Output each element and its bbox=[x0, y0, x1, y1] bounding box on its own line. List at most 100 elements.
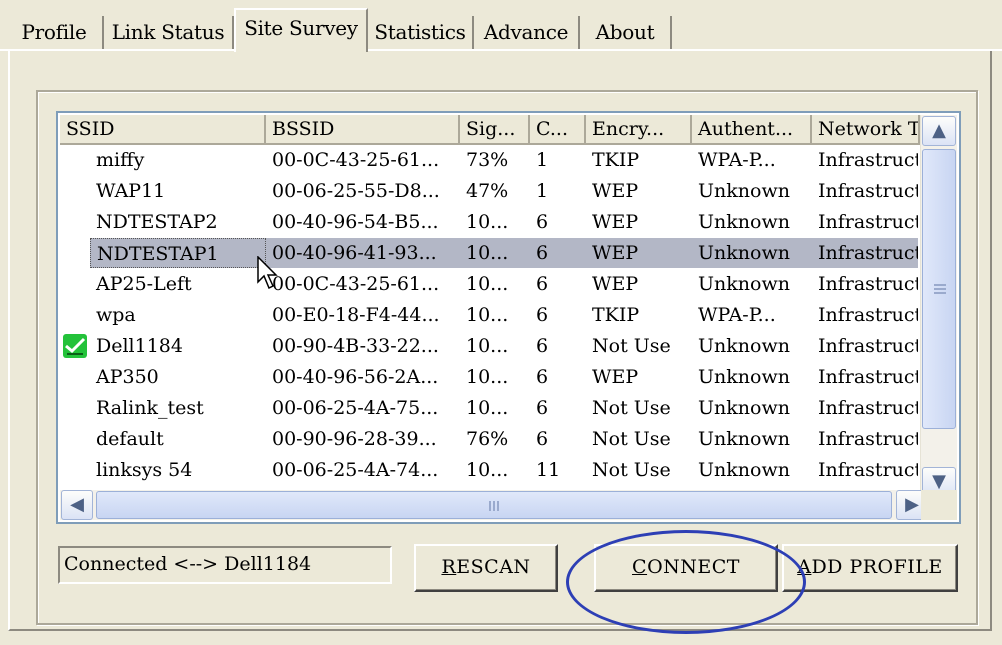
cell-network-type: Infrastruct. bbox=[818, 366, 918, 388]
cell-ssid: Dell1184 bbox=[96, 335, 183, 357]
cell-bssid: 00-40-96-54-B5... bbox=[272, 211, 439, 233]
column-header-signal[interactable]: Sig... bbox=[460, 115, 530, 145]
cell-encryption: Not Use bbox=[592, 459, 671, 481]
cell-encryption: TKIP bbox=[592, 149, 640, 171]
connect-button[interactable]: CONNECT bbox=[594, 544, 778, 592]
add-profile-button[interactable]: ADD PROFILE bbox=[782, 544, 958, 592]
network-list[interactable]: SSID BSSID Sig... C... Encry... Authent.… bbox=[56, 111, 961, 524]
cell-channel: 1 bbox=[536, 180, 549, 202]
connect-label: ONNECT bbox=[647, 556, 740, 578]
cell-network-type: Infrastruct. bbox=[818, 149, 918, 171]
table-row[interactable]: Dell1184 00-90-4B-33-22... 10... 6 Not Use Un… bbox=[60, 331, 918, 361]
column-header-channel[interactable]: C... bbox=[530, 115, 586, 145]
cell-encryption: Not Use bbox=[592, 397, 671, 419]
table-row[interactable]: NDTESTAP2 00-40-96-54-B5... 10... 6 WEP Unkno… bbox=[60, 207, 918, 237]
cell-ssid: NDTESTAP1 bbox=[90, 238, 266, 268]
cell-authentication: Unknown bbox=[698, 335, 790, 357]
column-header-authentication[interactable]: Authent... bbox=[692, 115, 812, 145]
cell-ssid: AP25-Left bbox=[96, 273, 192, 295]
cell-bssid: 00-06-25-4A-75... bbox=[272, 397, 439, 419]
cell-channel: 6 bbox=[536, 273, 549, 295]
cell-bssid: 00-90-96-28-39... bbox=[272, 428, 437, 450]
cell-network-type: Infrastruct. bbox=[818, 211, 918, 233]
connect-mnemonic: C bbox=[632, 556, 648, 578]
tab-link-status[interactable]: Link Status bbox=[104, 16, 234, 50]
cell-network-type: Infrastruct. bbox=[818, 428, 918, 450]
cell-signal: 10... bbox=[466, 459, 509, 481]
table-row[interactable]: WAP11 00-06-25-55-D8... 47% 1 WEP Unknown Infr… bbox=[60, 176, 918, 206]
cell-ssid: NDTESTAP2 bbox=[96, 211, 218, 233]
cell-encryption: WEP bbox=[592, 180, 639, 202]
rescan-button[interactable]: RESCAN bbox=[414, 544, 558, 592]
cell-encryption: Not Use bbox=[592, 428, 671, 450]
column-header-network-type[interactable]: Network T bbox=[812, 115, 920, 145]
scroll-corner bbox=[921, 490, 957, 520]
cell-signal: 76% bbox=[466, 428, 509, 450]
horizontal-scroll-thumb[interactable] bbox=[96, 491, 892, 519]
list-body: miffy 00-0C-43-25-61... 73% 1 TKIP WPA-P... In… bbox=[60, 145, 918, 499]
table-row[interactable]: default 00-90-96-28-39... 76% 6 Not Use Unkno… bbox=[60, 424, 918, 454]
cell-signal: 47% bbox=[466, 180, 509, 202]
cell-bssid: 00-40-96-41-93... bbox=[266, 238, 460, 268]
vertical-scrollbar[interactable]: ▲ ▼ bbox=[920, 115, 957, 499]
table-row[interactable]: NDTESTAP1 00-40-96-41-93... 10... 6 WEP Unkno… bbox=[60, 238, 918, 268]
cell-channel: 6 bbox=[536, 366, 549, 388]
table-row[interactable]: linksys 54 00-06-25-4A-74... 10... 11 Not Us… bbox=[60, 455, 918, 485]
tab-advance[interactable]: Advance bbox=[474, 16, 580, 50]
cell-ssid: default bbox=[96, 428, 164, 450]
cell-encryption: Not Use bbox=[592, 335, 671, 357]
cell-channel: 6 bbox=[536, 428, 549, 450]
cell-network-type: Infrastruct. bbox=[818, 459, 918, 481]
cell-encryption: WEP bbox=[586, 238, 692, 268]
add-profile-label: DD PROFILE bbox=[811, 556, 943, 578]
tab-statistics[interactable]: Statistics bbox=[368, 16, 474, 50]
mouse-cursor-icon bbox=[257, 256, 278, 290]
cell-ssid: WAP11 bbox=[96, 180, 166, 202]
cell-encryption: WEP bbox=[592, 211, 639, 233]
cell-network-type: Infrastruct. bbox=[818, 397, 918, 419]
tab-profile[interactable]: Profile bbox=[6, 16, 104, 50]
cell-bssid: 00-E0-18-F4-44... bbox=[272, 304, 440, 326]
table-row[interactable]: miffy 00-0C-43-25-61... 73% 1 TKIP WPA-P... In… bbox=[60, 145, 918, 175]
table-row[interactable]: Ralink_test 00-06-25-4A-75... 10... 6 Not Us… bbox=[60, 393, 918, 423]
cell-bssid: 00-0C-43-25-61... bbox=[272, 273, 440, 295]
horizontal-scrollbar[interactable]: ◀ ▶ bbox=[60, 490, 928, 520]
add-profile-mnemonic: A bbox=[797, 556, 812, 578]
tab-about[interactable]: About bbox=[580, 16, 672, 50]
cell-bssid: 00-06-25-55-D8... bbox=[272, 180, 440, 202]
scroll-up-icon[interactable]: ▲ bbox=[922, 116, 956, 146]
cell-bssid: 00-90-4B-33-22... bbox=[272, 335, 439, 357]
cell-bssid: 00-0C-43-25-61... bbox=[272, 149, 440, 171]
cell-authentication: Unknown bbox=[698, 273, 790, 295]
column-header-encryption[interactable]: Encry... bbox=[586, 115, 692, 145]
cell-authentication: WPA-P... bbox=[698, 149, 776, 171]
column-header-ssid[interactable]: SSID bbox=[60, 115, 266, 145]
table-row[interactable]: AP25-Left 00-0C-43-25-61... 10... 6 WEP Unkno… bbox=[60, 269, 918, 299]
cell-channel: 6 bbox=[536, 211, 549, 233]
table-row[interactable]: AP350 00-40-96-56-2A... 10... 6 WEP Unknown In… bbox=[60, 362, 918, 392]
rescan-mnemonic: R bbox=[441, 556, 457, 578]
table-row[interactable]: wpa 00-E0-18-F4-44... 10... 6 TKIP WPA-P... In… bbox=[60, 300, 918, 330]
column-header-bssid[interactable]: BSSID bbox=[266, 115, 460, 145]
cell-network-type: Infrastruct. bbox=[818, 273, 918, 295]
cell-network-type: Infrastruct. bbox=[818, 335, 918, 357]
cell-channel: 11 bbox=[536, 459, 561, 481]
rescan-label: ESCAN bbox=[456, 556, 531, 578]
cell-encryption: WEP bbox=[592, 273, 639, 295]
cell-signal: 73% bbox=[466, 149, 509, 171]
cell-authentication: Unknown bbox=[698, 397, 790, 419]
connected-status-icon bbox=[63, 334, 87, 358]
scroll-left-icon[interactable]: ◀ bbox=[61, 490, 93, 520]
cell-bssid: 00-06-25-4A-74... bbox=[272, 459, 439, 481]
cell-ssid: AP350 bbox=[96, 366, 159, 388]
cell-signal: 10... bbox=[466, 366, 509, 388]
cell-network-type: Infrastruct. bbox=[818, 180, 918, 202]
scroll-grip-icon bbox=[934, 284, 946, 286]
vertical-scroll-thumb[interactable] bbox=[922, 149, 956, 429]
cell-authentication: Unknown bbox=[698, 180, 790, 202]
cell-signal: 10... bbox=[466, 397, 509, 419]
cell-ssid: linksys 54 bbox=[96, 459, 193, 481]
cell-channel: 6 bbox=[536, 397, 549, 419]
tab-site-survey[interactable]: Site Survey bbox=[234, 8, 368, 52]
cell-signal: 10... bbox=[466, 273, 509, 295]
